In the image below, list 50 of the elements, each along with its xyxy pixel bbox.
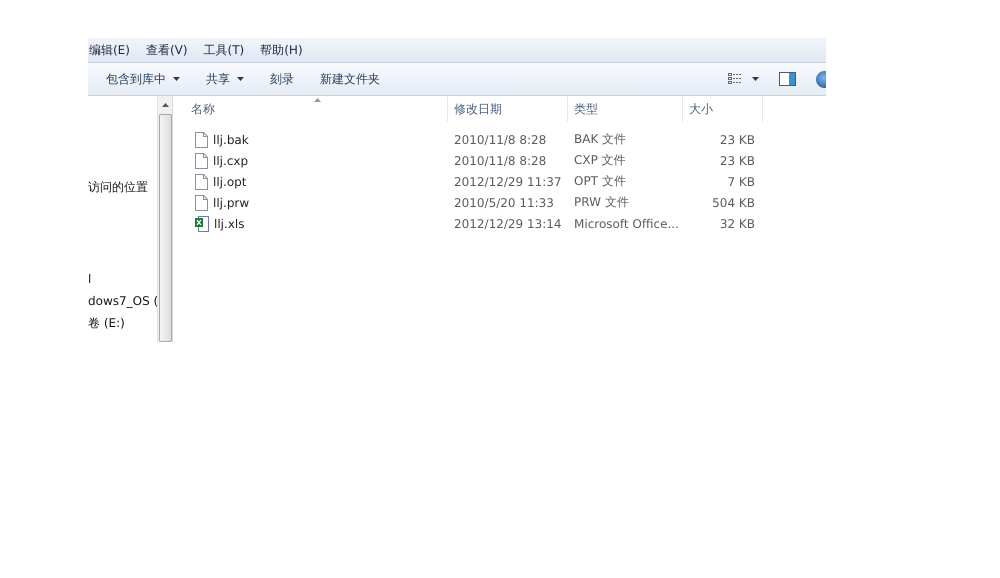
table-cell-text: OPT 文件 [573,173,627,190]
file-name[interactable]: llj.xls [214,216,245,230]
menu-item[interactable]: 查看(V) [146,42,188,58]
navigation-item[interactable]: l [88,268,157,290]
table-cell-text: 23 KB [718,132,756,146]
file-name[interactable]: llj.cxp [213,154,248,168]
toolbar-button[interactable]: 包含到库中 [98,68,188,90]
file-icon [195,174,208,190]
sort-arrow-icon [314,98,321,102]
file-icon [195,152,208,168]
table-cell-text: 2010/5/20 11:33 [453,196,555,210]
toolbar-button[interactable]: 新建文件夹 [312,68,388,90]
navigation-item[interactable]: 卷 (E:) [88,312,157,334]
table-cell-text: Microsoft Office... [573,216,680,230]
caret-icon [173,77,180,81]
column-header[interactable]: 修改日期 [448,96,568,122]
table-cell-text: 7 KB [726,174,756,188]
help-icon[interactable] [816,70,826,88]
file-name[interactable]: llj.bak [213,132,249,146]
table-cell-text: PRW 文件 [573,194,630,211]
menu-item[interactable]: 编辑(E) [89,42,130,58]
file-name[interactable]: llj.opt [213,174,246,188]
table-cell-text: 2010/11/8 8:28 [453,132,548,146]
file-name[interactable]: llj.prw [213,196,250,210]
table-cell-text: 23 KB [718,154,756,168]
file-icon [195,132,208,148]
table-cell-text: CXP 文件 [573,152,627,169]
navigation-item[interactable]: dows7_OS ( [88,290,157,312]
scrollbar[interactable] [157,96,172,342]
view-list-icon[interactable] [728,73,742,85]
table-cell-text: 2012/12/29 11:37 [453,174,563,188]
table-cell-text: 2010/11/8 8:28 [453,154,548,168]
toolbar-button[interactable]: 刻录 [262,68,302,90]
scroll-thumb[interactable] [158,114,172,342]
table-cell-text: 504 KB [711,196,756,210]
menu-item[interactable]: 帮助(H) [260,42,303,58]
toolbar-button[interactable]: 共享 [198,68,252,90]
preview-pane-icon[interactable] [779,72,796,86]
column-header[interactable]: 类型 [568,96,683,122]
file-icon [195,194,208,210]
table-cell-text: BAK 文件 [573,131,628,148]
table-cell-text: 32 KB [718,216,756,230]
menu-item[interactable]: 工具(T) [204,42,244,58]
caret-icon[interactable] [752,77,759,81]
column-header[interactable]: 大小 [683,96,763,122]
caret-icon [237,77,244,81]
table-cell-text: 2012/12/29 13:14 [453,216,563,230]
scroll-up-icon[interactable] [162,103,168,107]
navigation-item[interactable]: 访问的位置 [88,176,157,198]
spreadsheet-file-icon [195,216,209,232]
